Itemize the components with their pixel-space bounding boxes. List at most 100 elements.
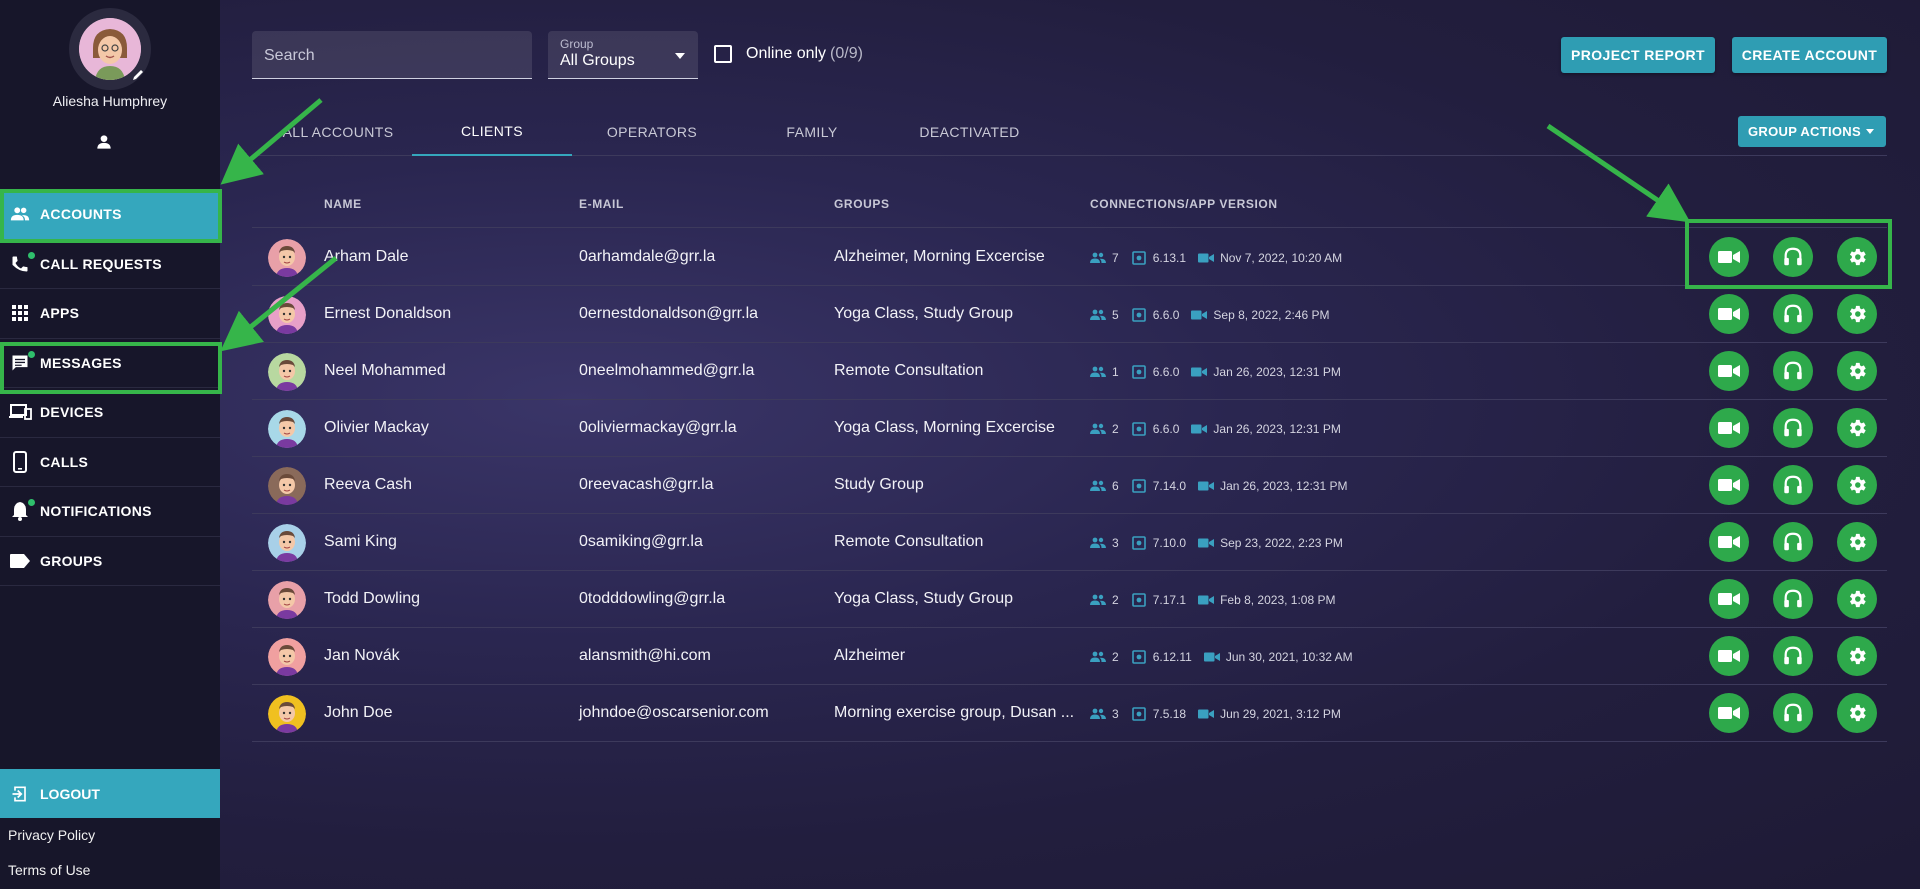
user-name[interactable]: Neel Mohammed (324, 362, 446, 380)
audio-call-button[interactable] (1773, 408, 1813, 448)
online-only-checkbox[interactable] (714, 45, 732, 63)
connection-count: 5 (1112, 308, 1119, 322)
sidebar: Aliesha Humphrey ACCOUNTS CALL REQUESTS … (0, 0, 220, 889)
user-avatar (268, 695, 306, 733)
table-row[interactable]: Sami King 0samiking@grr.la Remote Consulta… (252, 514, 1887, 571)
table-row[interactable]: John Doe johndoe@oscarsenior.com Morning e… (252, 685, 1887, 742)
table-row[interactable]: Ernest Donaldson 0ernestdonaldson@grr.la Y… (252, 286, 1887, 343)
headset-icon (1784, 247, 1802, 266)
profile-avatar[interactable] (69, 8, 151, 90)
sidebar-item-label: CALLS (40, 453, 89, 470)
table-row[interactable]: Todd Dowling 0todddowling@grr.la Yoga Clas… (252, 571, 1887, 628)
project-report-button[interactable]: PROJECT REPORT (1561, 37, 1715, 73)
tab-all-accounts[interactable]: ALL ACCOUNTS (278, 108, 398, 156)
connections-info: 7 6.13.1 Nov 7, 2022, 10:20 AM (1090, 250, 1354, 266)
audio-call-button[interactable] (1773, 465, 1813, 505)
audio-call-button[interactable] (1773, 693, 1813, 733)
settings-button[interactable] (1837, 408, 1877, 448)
group-actions-button[interactable]: GROUP ACTIONS (1738, 116, 1886, 147)
table-row[interactable]: Arham Dale 0arhamdale@grr.la Alzheimer, Mo… (252, 229, 1887, 286)
user-name[interactable]: Ernest Donaldson (324, 305, 451, 323)
table-row[interactable]: Jan Novák alansmith@hi.com Alzheimer 2 6.12.… (252, 628, 1887, 685)
settings-button[interactable] (1837, 522, 1877, 562)
video-camera-icon (1198, 250, 1215, 266)
video-camera-icon (1718, 365, 1740, 377)
settings-button[interactable] (1837, 294, 1877, 334)
sidebar-item-devices[interactable]: DEVICES (0, 388, 220, 438)
edit-pencil-icon[interactable] (131, 68, 145, 82)
user-name[interactable]: Arham Dale (324, 248, 408, 266)
column-header-connections: CONNECTIONS/APP VERSION (1090, 197, 1278, 211)
audio-call-button[interactable] (1773, 522, 1813, 562)
audio-call-button[interactable] (1773, 237, 1813, 277)
headset-icon (1784, 703, 1802, 722)
settings-button[interactable] (1837, 579, 1877, 619)
table-row[interactable]: Olivier Mackay 0oliviermackay@grr.la Yoga … (252, 400, 1887, 457)
app-version: 7.17.1 (1152, 593, 1187, 607)
people-icon (1090, 478, 1106, 494)
audio-call-button[interactable] (1773, 351, 1813, 391)
user-name[interactable]: Reeva Cash (324, 476, 412, 494)
video-call-button[interactable] (1709, 351, 1749, 391)
user-name[interactable]: John Doe (324, 704, 393, 722)
people-icon (1090, 706, 1106, 722)
video-call-button[interactable] (1709, 693, 1749, 733)
audio-call-button[interactable] (1773, 579, 1813, 619)
table-row[interactable]: Neel Mohammed 0neelmohammed@grr.la Remote … (252, 343, 1887, 400)
app-version: 6.6.0 (1152, 308, 1180, 322)
sidebar-item-groups[interactable]: GROUPS (0, 537, 220, 586)
video-call-button[interactable] (1709, 408, 1749, 448)
sidebar-item-notifications[interactable]: NOTIFICATIONS (0, 487, 220, 537)
settings-button[interactable] (1837, 237, 1877, 277)
tab-deactivated[interactable]: DEACTIVATED (912, 108, 1027, 156)
user-name[interactable]: Todd Dowling (324, 590, 420, 608)
sidebar-item-label: CALL REQUESTS (40, 255, 162, 272)
create-account-button[interactable]: CREATE ACCOUNT (1732, 37, 1887, 73)
settings-button[interactable] (1837, 351, 1877, 391)
video-camera-icon (1718, 650, 1740, 662)
column-header-email[interactable]: E-MAIL (579, 197, 624, 211)
video-camera-icon (1198, 535, 1215, 551)
sidebar-item-call-requests[interactable]: CALL REQUESTS (0, 240, 220, 289)
gear-icon (1849, 704, 1866, 722)
settings-button[interactable] (1837, 465, 1877, 505)
audio-call-button[interactable] (1773, 636, 1813, 676)
app-version: 6.6.0 (1152, 422, 1180, 436)
settings-button[interactable] (1837, 693, 1877, 733)
video-camera-icon (1191, 364, 1208, 380)
person-icon[interactable] (94, 132, 114, 152)
sidebar-item-calls[interactable]: CALLS (0, 438, 220, 487)
column-header-name[interactable]: NAME (324, 197, 362, 211)
group-actions-label: GROUP ACTIONS (1748, 124, 1861, 139)
privacy-policy-link[interactable]: Privacy Policy (8, 827, 95, 843)
terms-of-use-link[interactable]: Terms of Use (8, 862, 90, 878)
sidebar-item-accounts[interactable]: ACCOUNTS (0, 190, 220, 240)
column-header-groups[interactable]: GROUPS (834, 197, 890, 211)
video-call-button[interactable] (1709, 294, 1749, 334)
video-call-button[interactable] (1709, 522, 1749, 562)
video-call-button[interactable] (1709, 237, 1749, 277)
user-name[interactable]: Sami King (324, 533, 397, 551)
audio-call-button[interactable] (1773, 294, 1813, 334)
last-call-time: Jan 26, 2023, 12:31 PM (1213, 365, 1341, 379)
sidebar-item-messages[interactable]: MESSAGES (0, 339, 220, 388)
logout-button[interactable]: LOGOUT (0, 769, 220, 818)
video-call-button[interactable] (1709, 465, 1749, 505)
app-version-icon (1131, 592, 1147, 608)
settings-button[interactable] (1837, 636, 1877, 676)
app-version-icon (1131, 535, 1147, 551)
tab-family[interactable]: FAMILY (777, 108, 847, 156)
tab-clients[interactable]: CLIENTS (412, 108, 572, 156)
sidebar-item-apps[interactable]: APPS (0, 289, 220, 339)
table-row[interactable]: Reeva Cash 0reevacash@grr.la Study Group 6 7… (252, 457, 1887, 514)
video-camera-icon (1191, 307, 1208, 323)
people-icon (1090, 592, 1106, 608)
video-call-button[interactable] (1709, 636, 1749, 676)
tab-operators[interactable]: OPERATORS (602, 108, 702, 156)
user-name[interactable]: Olivier Mackay (324, 419, 429, 437)
video-call-button[interactable] (1709, 579, 1749, 619)
notification-dot (28, 251, 35, 259)
search-input[interactable]: Search (252, 31, 532, 79)
user-name[interactable]: Jan Novák (324, 647, 400, 665)
group-select[interactable]: Group All Groups (548, 31, 698, 79)
